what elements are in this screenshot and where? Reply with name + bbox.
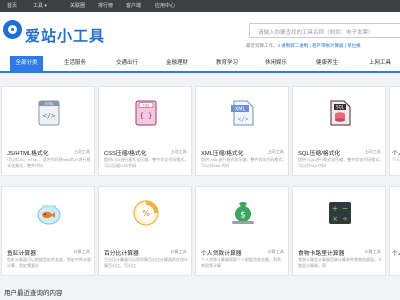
recent-queries-heading: 用户最近查询的内容 — [4, 290, 63, 297]
nav-circle[interactable]: 关联圈 — [70, 2, 85, 10]
tool-description: 食物卡路里计算器用来计算各种食物热量值，卡路里计算器，帮 — [298, 257, 382, 268]
tab-health[interactable]: 健康养生 — [316, 56, 338, 71]
recent-usage-prefix: 最近到算工作， — [246, 43, 278, 48]
tab-leisure[interactable]: 休闲娱乐 — [265, 56, 287, 71]
search-input[interactable]: 请输入你要查找的工具名称（例如：电子发票） — [249, 23, 400, 38]
tool-card[interactable]: $ 个人贷款计算器 计算工具 个人贷款计算器帮助个人根据贷款金额，利率、期限等计… — [195, 186, 289, 276]
tab-finance[interactable]: 金融理财 — [166, 56, 188, 71]
tool-description: 个人 — [392, 157, 400, 162]
svg-text:−: − — [342, 204, 349, 213]
nav-home[interactable]: 首页 — [7, 2, 17, 10]
sql-icon: SQL — [326, 99, 354, 127]
xml-icon: XML </> — [229, 99, 257, 127]
tool-card[interactable]: % 百分比计算器 计算工具 百分比计算器可以帮你算百分比计算器的在线计算百分比，… — [98, 186, 192, 276]
svg-text:</>: </> — [43, 112, 56, 120]
recent-usage-link[interactable]: 4 进制转二进制 — [278, 43, 309, 48]
tab-education[interactable]: 教育学习 — [216, 56, 238, 71]
tool-description: 提供CSS进行格式化压缩，整齐优化代码格式，可以压缩CSS代码 — [104, 157, 189, 168]
tool-card[interactable]: + − × ÷ 食物卡路里计算器 计算工具 食物卡路里计算器用来计算各种食物热量… — [292, 186, 386, 276]
tool-card[interactable]: 个人 个人 — [389, 86, 400, 176]
tool-title: XML压缩/格式化 — [201, 151, 244, 157]
svg-text:</>: </> — [238, 116, 249, 123]
html-js-icon: HTML </> — [35, 99, 63, 127]
loan-icon: $ — [229, 199, 257, 227]
recent-usage-line: 最近到算工作，4 进制转二进制 | 爸产带帐计算器 | 单位换 — [246, 43, 361, 49]
svg-text:$: $ — [240, 211, 246, 221]
tool-description: 可以对JS、HTML、混合代码到html的JS进行格式化美化，整齐代码 — [7, 157, 91, 168]
tab-web-tools[interactable]: 上网工具 — [369, 56, 391, 71]
tool-card[interactable]: HTML </> JS/HTML格式化 上网工具 可以对JS、HTML、混合代码… — [1, 86, 95, 176]
tool-card[interactable]: 鱼缸计算器 计算工具 鱼缸计算器可以根据鱼缸的长度，鱼缸中的水量计算，鱼缸需要水 — [1, 186, 95, 276]
tool-title: 鱼缸计算器 — [7, 251, 36, 257]
tool-title: JS/HTML格式化 — [7, 151, 49, 157]
tab-life[interactable]: 生活服务 — [64, 56, 86, 71]
svg-text:%: % — [142, 209, 150, 218]
tool-description: 鱼缸计算器可以根据鱼缸的长度，鱼缸中的水量计算，鱼缸需要水 — [7, 257, 91, 268]
tool-title: 食物卡路里计算器 — [298, 251, 345, 257]
tool-description: 百分比计算器可以帮你算百分比计算器的在线计算百分比，百分比 — [104, 257, 188, 268]
tool-category-tag: 计算工具 — [364, 249, 381, 254]
tool-card[interactable]: XML </> XML压缩/格式化 上网工具 提供 XML进行格式化压缩，整齐优… — [195, 86, 289, 176]
tool-card[interactable]: 个人 — [389, 186, 400, 276]
site-header: 爱站小工具 请输入你要查找的工具名称（例如：电子发票） 最近到算工作，4 进制转… — [0, 12, 400, 56]
nav-tools[interactable]: 工具 ▾ — [33, 2, 47, 10]
svg-text:SQL: SQL — [336, 105, 345, 110]
tool-category-tag: 上网工具 — [267, 149, 284, 154]
tool-card-grid: HTML </> JS/HTML格式化 上网工具 可以对JS、HTML、混合代码… — [0, 86, 400, 282]
tool-category-tag: 上网工具 — [73, 149, 90, 154]
tool-category-tag: 上网工具 — [170, 149, 187, 154]
site-logo-text[interactable]: 爱站小工具 — [25, 25, 105, 46]
svg-text:÷: ÷ — [342, 215, 348, 223]
tool-description: 提供 XML进行格式化压缩，整齐优化代码格式，可以对XML代码 — [201, 157, 287, 168]
nav-ranking[interactable]: 排行榜 — [98, 2, 113, 10]
tool-description: 提供 SQL进行格式化压缩，整齐优化代码格式，可以对SQL代码 — [298, 157, 384, 168]
calorie-icon: + − × ÷ — [326, 199, 354, 227]
nav-client[interactable]: 客户端 — [126, 2, 141, 10]
tool-title: 个人 — [392, 251, 400, 257]
tab-all[interactable]: 全部分类 — [10, 56, 43, 73]
tab-transport[interactable]: 交通出行 — [116, 56, 138, 71]
fishbowl-icon — [35, 199, 63, 227]
percent-icon: % — [132, 199, 160, 227]
tool-title: 个人贷款计算器 — [201, 251, 242, 257]
tool-title: SQL压缩/格式化 — [298, 151, 341, 157]
css-icon: CSS { } — [132, 99, 160, 127]
svg-text:{ }: { } — [140, 112, 153, 120]
recent-usage-more[interactable]: 爸产带帐计算器 | 单位换 — [312, 43, 361, 48]
svg-text:CSS: CSS — [143, 103, 150, 107]
tool-category-tag: 计算工具 — [267, 249, 284, 254]
top-nav-bar: 首页 工具 ▾ 关联圈 排行榜 客户端 应用中心 — [0, 0, 400, 12]
svg-text:HTML: HTML — [45, 102, 54, 106]
tool-description: 个人贷款计算器帮助个人根据贷款金额，利率、期限等计算 — [201, 257, 285, 268]
tool-card[interactable]: SQL SQL压缩/格式化 上网工具 提供 SQL进行格式化压缩，整齐优化代码格… — [292, 86, 386, 176]
category-bar: 全部分类 生活服务 交通出行 金融理财 教育学习 休闲娱乐 健康养生 上网工具 — [0, 56, 400, 73]
tool-category-tag: 计算工具 — [170, 249, 187, 254]
svg-text:×: × — [332, 215, 338, 223]
svg-text:+: + — [332, 204, 339, 213]
tool-card[interactable]: CSS { } CSS压缩/格式化 上网工具 提供CSS进行格式化压缩，整齐优化… — [98, 86, 192, 176]
svg-text:XML: XML — [235, 107, 246, 113]
tool-title: 百分比计算器 — [104, 251, 139, 257]
tool-category-tag: 上网工具 — [364, 149, 381, 154]
tool-title: CSS压缩/格式化 — [104, 151, 147, 157]
tool-title: 个人 — [392, 151, 400, 157]
logo-icon[interactable] — [3, 20, 22, 39]
nav-app-center[interactable]: 应用中心 — [155, 2, 175, 10]
tool-category-tag: 计算工具 — [73, 249, 90, 254]
